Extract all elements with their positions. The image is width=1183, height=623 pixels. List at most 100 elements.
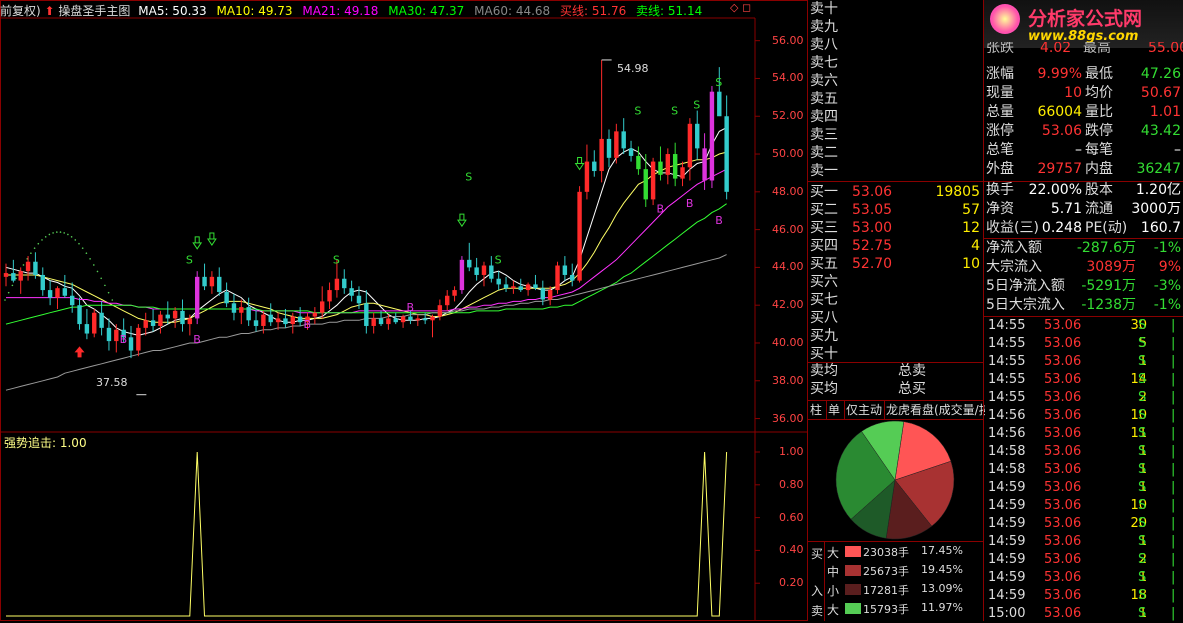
quote-label: 量比 (1085, 104, 1113, 120)
tick-row[interactable]: 14:59 53.06 1 S | (986, 479, 1183, 497)
avg-buy-label: 买均 (810, 381, 838, 397)
tab-dragon-tiger[interactable]: 龙虎看盘(成交量/按 (884, 401, 985, 419)
tick-row[interactable]: 14:59 53.06 10 S | (986, 497, 1183, 515)
quote-value: 66004 (1037, 104, 1082, 120)
kline-chart[interactable]: S S S S S S S S B B B B B B B (0, 0, 808, 621)
tick-row[interactable]: 14:59 53.06 2 S | (986, 551, 1183, 569)
tick-row[interactable]: 14:59 53.06 18 S | (986, 587, 1183, 605)
tick-row[interactable]: 14:59 53.06 20 S | (986, 515, 1183, 533)
candle-body (69, 295, 75, 306)
bid-price: 52.70 (852, 256, 893, 272)
tick-side: S (1138, 318, 1147, 333)
in-label: 入 (811, 584, 824, 598)
tick-price: 53.06 (1044, 354, 1082, 369)
tick-side: S (1138, 534, 1147, 549)
candle-body (400, 316, 406, 323)
tick-price: 53.06 (1044, 552, 1082, 567)
buy-signal-mark: B (406, 301, 414, 314)
tick-row[interactable]: 14:59 53.06 1 S | (986, 569, 1183, 587)
buy-signal-mark: B (715, 214, 723, 227)
candle-body (445, 295, 450, 306)
tick-side: S (1138, 606, 1147, 621)
red-up-arrow-icon: ⬆ (44, 4, 55, 18)
candle-body (92, 312, 97, 334)
candle-body (194, 276, 200, 319)
candle-body (562, 265, 568, 275)
fundamental-value: 0.248 (1041, 220, 1082, 236)
candle-body (18, 271, 23, 281)
tick-time: 14:59 (988, 588, 1026, 603)
bid-level-label: 买二 (810, 202, 838, 218)
candle-body (3, 273, 9, 277)
tick-row[interactable]: 14:56 53.06 11 S | (986, 425, 1183, 443)
tick-row[interactable]: 14:58 53.06 1 S | (986, 461, 1183, 479)
tick-row[interactable]: 14:59 53.06 1 S | (986, 533, 1183, 551)
tick-side: S (1138, 372, 1147, 387)
tick-row[interactable]: 15:00 53.06 1 S | (986, 605, 1183, 623)
sell-signal-mark: S (634, 104, 641, 117)
tick-side: S (1138, 444, 1147, 459)
tick-bar: | (1171, 516, 1176, 531)
tab-bar[interactable]: 柱 (808, 401, 827, 419)
candle-body (511, 286, 516, 289)
candle-body (386, 318, 391, 325)
candle-body (114, 329, 119, 342)
tick-price: 53.06 (1044, 606, 1082, 621)
tick-bar: | (1171, 462, 1176, 477)
dotted-arc-point (30, 252, 32, 255)
sell-signal-mark: S (693, 99, 700, 112)
quote-label: 最高 (1083, 42, 1111, 54)
tick-price: 53.06 (1044, 480, 1082, 495)
chart-legend: 前复权) ⬆ 操盘圣手主图 MA5: 50.33 MA10: 49.73 MA2… (0, 2, 702, 18)
dotted-arc-point (37, 242, 40, 245)
candle-body (709, 91, 715, 181)
dotted-arc-point (96, 270, 99, 273)
flow-amount: 3089万 (1086, 259, 1136, 275)
candle-body (665, 154, 671, 175)
tick-row[interactable]: 14:55 53.06 14 S | (986, 371, 1183, 389)
flow-percent: -1% (1153, 240, 1181, 256)
tick-bar: | (1171, 480, 1176, 495)
tick-row[interactable]: 14:58 53.06 1 S | (986, 443, 1183, 461)
tab-active-only[interactable]: 仅主动 (844, 401, 885, 419)
window-controls-icon[interactable]: ◇ ◻ (730, 1, 751, 14)
bid-price: 53.06 (852, 184, 893, 200)
flow-percent: 9% (1158, 259, 1181, 275)
tick-row[interactable]: 14:56 53.06 10 S | (986, 407, 1183, 425)
fundamental-value: 1.20亿 (1135, 182, 1181, 198)
divider (983, 0, 984, 621)
indicator-title[interactable]: 操盘圣手主图 (58, 4, 130, 18)
dotted-arc-point (52, 232, 54, 234)
ma10-value: MA10: 49.73 (216, 4, 293, 18)
indicator-tick-label: 0.60 (779, 510, 804, 524)
flow-volume: 25673手 (863, 565, 909, 578)
candle-body (415, 318, 421, 321)
candle-body (606, 138, 612, 158)
tab-order[interactable]: 单 (826, 401, 845, 419)
tick-row[interactable]: 14:55 53.06 2 S | (986, 389, 1183, 407)
dotted-arc-point (81, 247, 84, 249)
fundamental-label: 换手 (986, 182, 1014, 198)
tick-row[interactable]: 14:55 53.06 1 S | (986, 353, 1183, 371)
candle-body (650, 161, 656, 200)
bid-level-label: 买八 (810, 310, 838, 326)
quote-label: 总笔 (986, 142, 1014, 158)
total-sell-label: 总卖 (898, 363, 926, 379)
adjust-mode[interactable]: 前复权) (0, 4, 41, 18)
buy-signal-mark: B (303, 318, 311, 331)
candle-body (459, 259, 465, 291)
tick-time: 14:59 (988, 480, 1026, 495)
fundamental-label: 股本 (1085, 182, 1113, 198)
quote-value: 1.01 (1149, 104, 1181, 120)
dotted-arc-point (78, 242, 80, 245)
high-price-label: 54.98 (617, 62, 649, 75)
tick-row[interactable]: 14:55 53.06 30 S | (986, 317, 1183, 335)
candle-body (25, 261, 31, 272)
tick-side: S (1138, 336, 1147, 351)
tick-row[interactable]: 14:55 53.06 5 S | (986, 335, 1183, 353)
quote-value: 43.42 (1140, 123, 1181, 139)
candle-body (628, 148, 634, 156)
tick-price: 53.06 (1044, 444, 1082, 459)
site-banner: 分析家公式网 www.88gs.com (984, 0, 1183, 48)
candle-body (297, 316, 303, 323)
